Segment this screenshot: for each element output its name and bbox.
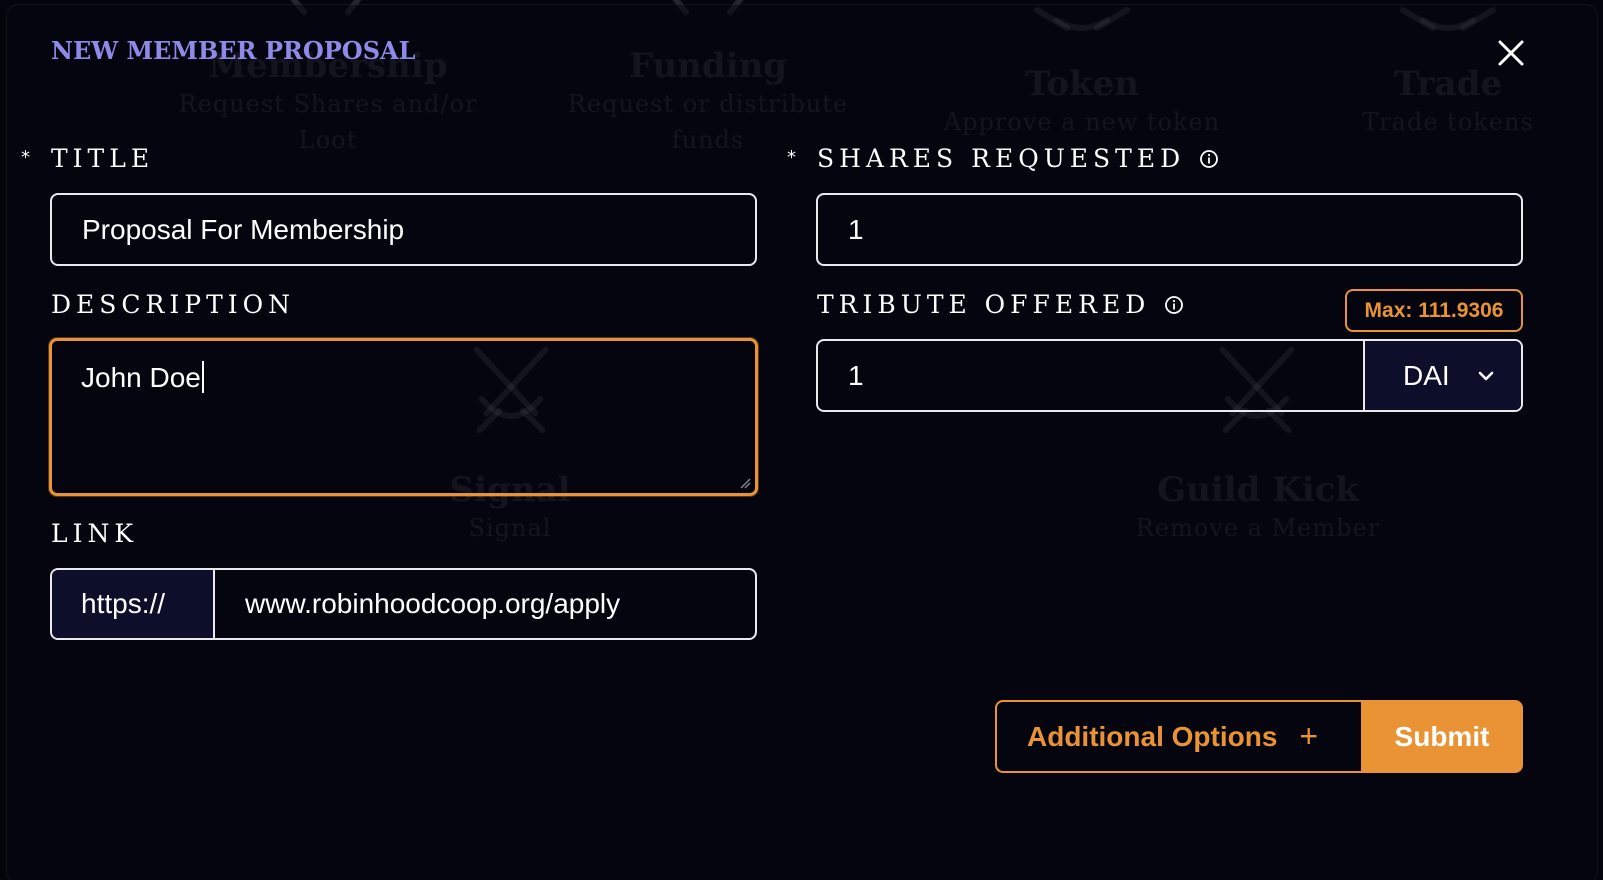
plus-icon: + (1299, 718, 1319, 754)
description-label-text: DESCRIPTION (51, 290, 295, 319)
title-label: TITLE (51, 144, 154, 173)
shares-requested-label: SHARES REQUESTED (817, 144, 1219, 173)
tribute-input-group: 1 DAI (816, 339, 1523, 412)
link-prefix: https:// (52, 570, 215, 638)
text-caret (201, 361, 204, 393)
tribute-offered-input[interactable]: 1 (818, 341, 1365, 410)
resize-grip-icon[interactable] (739, 477, 751, 489)
link-input-group: https:// www.robinhoodcoop.org/apply (50, 568, 757, 640)
description-value: John Doe (81, 362, 201, 393)
tribute-offered-label: TRIBUTE OFFERED (817, 290, 1184, 319)
required-mark: * (21, 147, 30, 168)
close-icon (1498, 40, 1524, 66)
required-mark: * (787, 147, 796, 168)
modal-title: NEW MEMBER PROPOSAL (51, 36, 416, 65)
close-button[interactable] (1494, 36, 1528, 70)
info-icon[interactable] (1164, 295, 1184, 315)
submit-button[interactable]: Submit (1361, 700, 1523, 773)
additional-options-label: Additional Options (1027, 720, 1278, 752)
chevron-down-icon (1478, 371, 1494, 380)
form-actions: Additional Options + Submit (995, 700, 1523, 773)
link-label: LINK (51, 519, 138, 548)
shares-requested-label-text: SHARES REQUESTED (817, 144, 1186, 173)
max-balance-button[interactable]: Max: 111.9306 (1345, 289, 1523, 332)
tribute-offered-label-text: TRIBUTE OFFERED (817, 290, 1151, 319)
title-input[interactable]: Proposal For Membership (50, 193, 757, 266)
additional-options-button[interactable]: Additional Options + (995, 700, 1361, 773)
description-label: DESCRIPTION (51, 290, 295, 319)
token-select-value: DAI (1403, 359, 1450, 391)
shares-requested-input[interactable]: 1 (816, 193, 1523, 266)
description-textarea[interactable]: John Doe (49, 338, 758, 496)
token-select[interactable]: DAI (1365, 341, 1521, 410)
link-input[interactable]: www.robinhoodcoop.org/apply (215, 570, 755, 638)
info-icon[interactable] (1199, 149, 1219, 169)
link-label-text: LINK (51, 519, 139, 548)
title-label-text: TITLE (51, 144, 155, 173)
